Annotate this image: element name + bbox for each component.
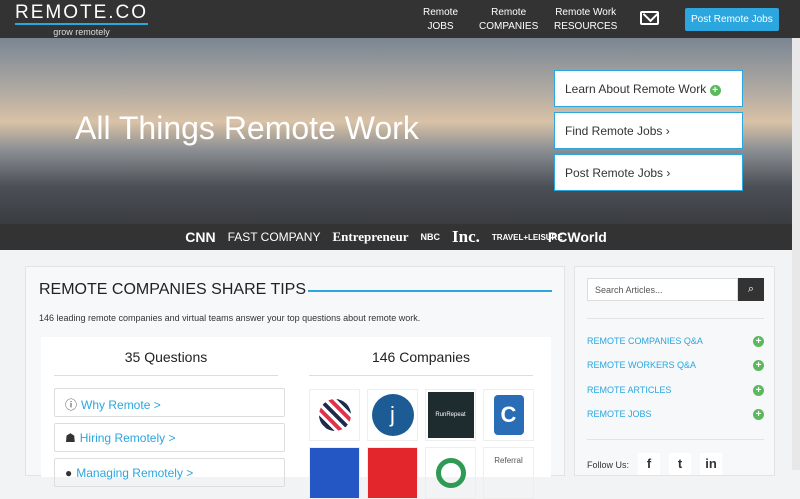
question-label: Managing Remotely > (76, 466, 194, 480)
plus-icon: + (753, 336, 764, 347)
companies-heading: 146 Companies (309, 349, 533, 376)
nav-label: Remote (491, 7, 527, 18)
company-logo[interactable] (425, 447, 476, 499)
question-hiring[interactable]: ☗ Hiring Remotely > (54, 423, 285, 452)
search-input[interactable]: Search Articles... (587, 278, 738, 301)
link-label: REMOTE ARTICLES (587, 385, 672, 395)
company-logo[interactable]: j (367, 389, 418, 441)
press-bar: CNN FAST COMPANY Entrepreneur NBC Inc. T… (0, 224, 792, 250)
linkedin-icon[interactable]: in (700, 453, 722, 475)
press-logo: FAST COMPANY (227, 230, 321, 244)
logo-image: RunRepeat (427, 392, 474, 438)
logo-image: j (371, 394, 414, 436)
press-logo: PCWorld (547, 229, 607, 245)
sidebar-link-articles[interactable]: REMOTE ARTICLES + (587, 385, 764, 396)
tips-panel: 35 Questions 146 Companies ⓘ Why Remote >… (41, 337, 551, 499)
link-label: REMOTE WORKERS Q&A (587, 360, 697, 370)
button-label: Find Remote Jobs (565, 124, 663, 138)
question-managing[interactable]: ● Managing Remotely > (54, 458, 285, 487)
question-why-remote[interactable]: ⓘ Why Remote > (54, 388, 285, 417)
sidebar-link-companies-qa[interactable]: REMOTE COMPANIES Q&A + (587, 336, 764, 347)
company-logo[interactable]: C (483, 389, 534, 441)
info-icon: ⓘ (65, 398, 78, 412)
nav-resources[interactable]: Remote Work RESOURCES (554, 6, 617, 34)
title-underline (308, 290, 552, 292)
press-logo: Inc. (452, 227, 480, 246)
search-icon: ⌕ (747, 283, 755, 295)
tips-section: REMOTE COMPANIES SHARE TIPS 146 leading … (25, 266, 565, 499)
section-desc: 146 leading remote companies and virtual… (39, 313, 421, 323)
person-icon: ☗ (65, 431, 76, 445)
nav-label: Remote Work (555, 7, 617, 18)
hero: All Things Remote Work Learn About Remot… (0, 38, 792, 224)
nav-label: Remote (423, 7, 459, 18)
nav-label: JOBS (427, 21, 454, 32)
press-logo: TRAVEL+LEISURE (491, 232, 563, 242)
chevron-right-icon: › (666, 166, 671, 180)
search-button[interactable]: ⌕ (738, 278, 764, 301)
sidebar-link-jobs[interactable]: REMOTE JOBS + (587, 409, 764, 420)
section-title: REMOTE COMPANIES SHARE TIPS (39, 281, 307, 298)
logo[interactable]: REMOTE.CO grow remotely (15, 2, 149, 37)
company-logo[interactable] (309, 447, 360, 499)
plus-icon: + (753, 385, 764, 396)
find-jobs-button[interactable]: Find Remote Jobs › (554, 112, 743, 149)
divider (587, 318, 764, 319)
link-label: REMOTE COMPANIES Q&A (587, 336, 703, 346)
plus-icon: + (709, 85, 721, 96)
company-logo[interactable] (367, 447, 418, 499)
hero-title: All Things Remote Work (75, 110, 419, 146)
questions-heading: 35 Questions (54, 349, 278, 376)
twitter-icon[interactable]: t (669, 453, 691, 475)
logo-image (318, 399, 351, 431)
button-label: Learn About Remote Work (565, 82, 707, 96)
scrollbar[interactable] (792, 38, 800, 470)
tagline: grow remotely (53, 27, 110, 37)
sidebar-link-workers-qa[interactable]: REMOTE WORKERS Q&A + (587, 360, 764, 371)
company-logo[interactable]: Referral (483, 447, 534, 499)
learn-button[interactable]: Learn About Remote Work + (554, 70, 743, 107)
logo-text: REMOTE.CO (15, 2, 149, 25)
facebook-icon[interactable]: f (638, 453, 660, 475)
nav-label: COMPANIES (479, 21, 539, 32)
post-jobs-button[interactable]: Post Remote Jobs (685, 8, 779, 31)
press-logo: CNN (185, 229, 216, 245)
button-label: Post Remote Jobs (565, 166, 664, 180)
press-logo: NBC (420, 232, 441, 242)
company-logo[interactable]: RunRepeat (425, 389, 476, 441)
divider (587, 439, 764, 440)
press-logo: Entrepreneur (332, 229, 409, 244)
company-logo[interactable] (309, 389, 360, 441)
users-icon: ● (65, 466, 73, 480)
post-jobs-hero-button[interactable]: Post Remote Jobs › (554, 154, 743, 191)
plus-icon: + (753, 409, 764, 420)
logo-image (435, 458, 466, 488)
sidebar: Search Articles... ⌕ REMOTE COMPANIES Q&… (574, 266, 775, 476)
top-nav: REMOTE.CO grow remotely Remote JOBS Remote… (0, 0, 800, 38)
nav-label: RESOURCES (554, 21, 618, 32)
plus-icon: + (753, 360, 764, 371)
follow-label: Follow Us: (587, 460, 630, 470)
logo-image: C (493, 395, 524, 435)
question-label: Hiring Remotely > (79, 431, 176, 445)
nav-jobs[interactable]: Remote JOBS (423, 6, 458, 34)
nav-companies[interactable]: Remote COMPANIES (479, 6, 538, 34)
mail-icon[interactable] (640, 11, 659, 25)
question-label: Why Remote > (81, 398, 161, 412)
link-label: REMOTE JOBS (587, 409, 652, 419)
logo-text: Referral (494, 456, 523, 465)
chevron-right-icon: › (665, 124, 670, 138)
